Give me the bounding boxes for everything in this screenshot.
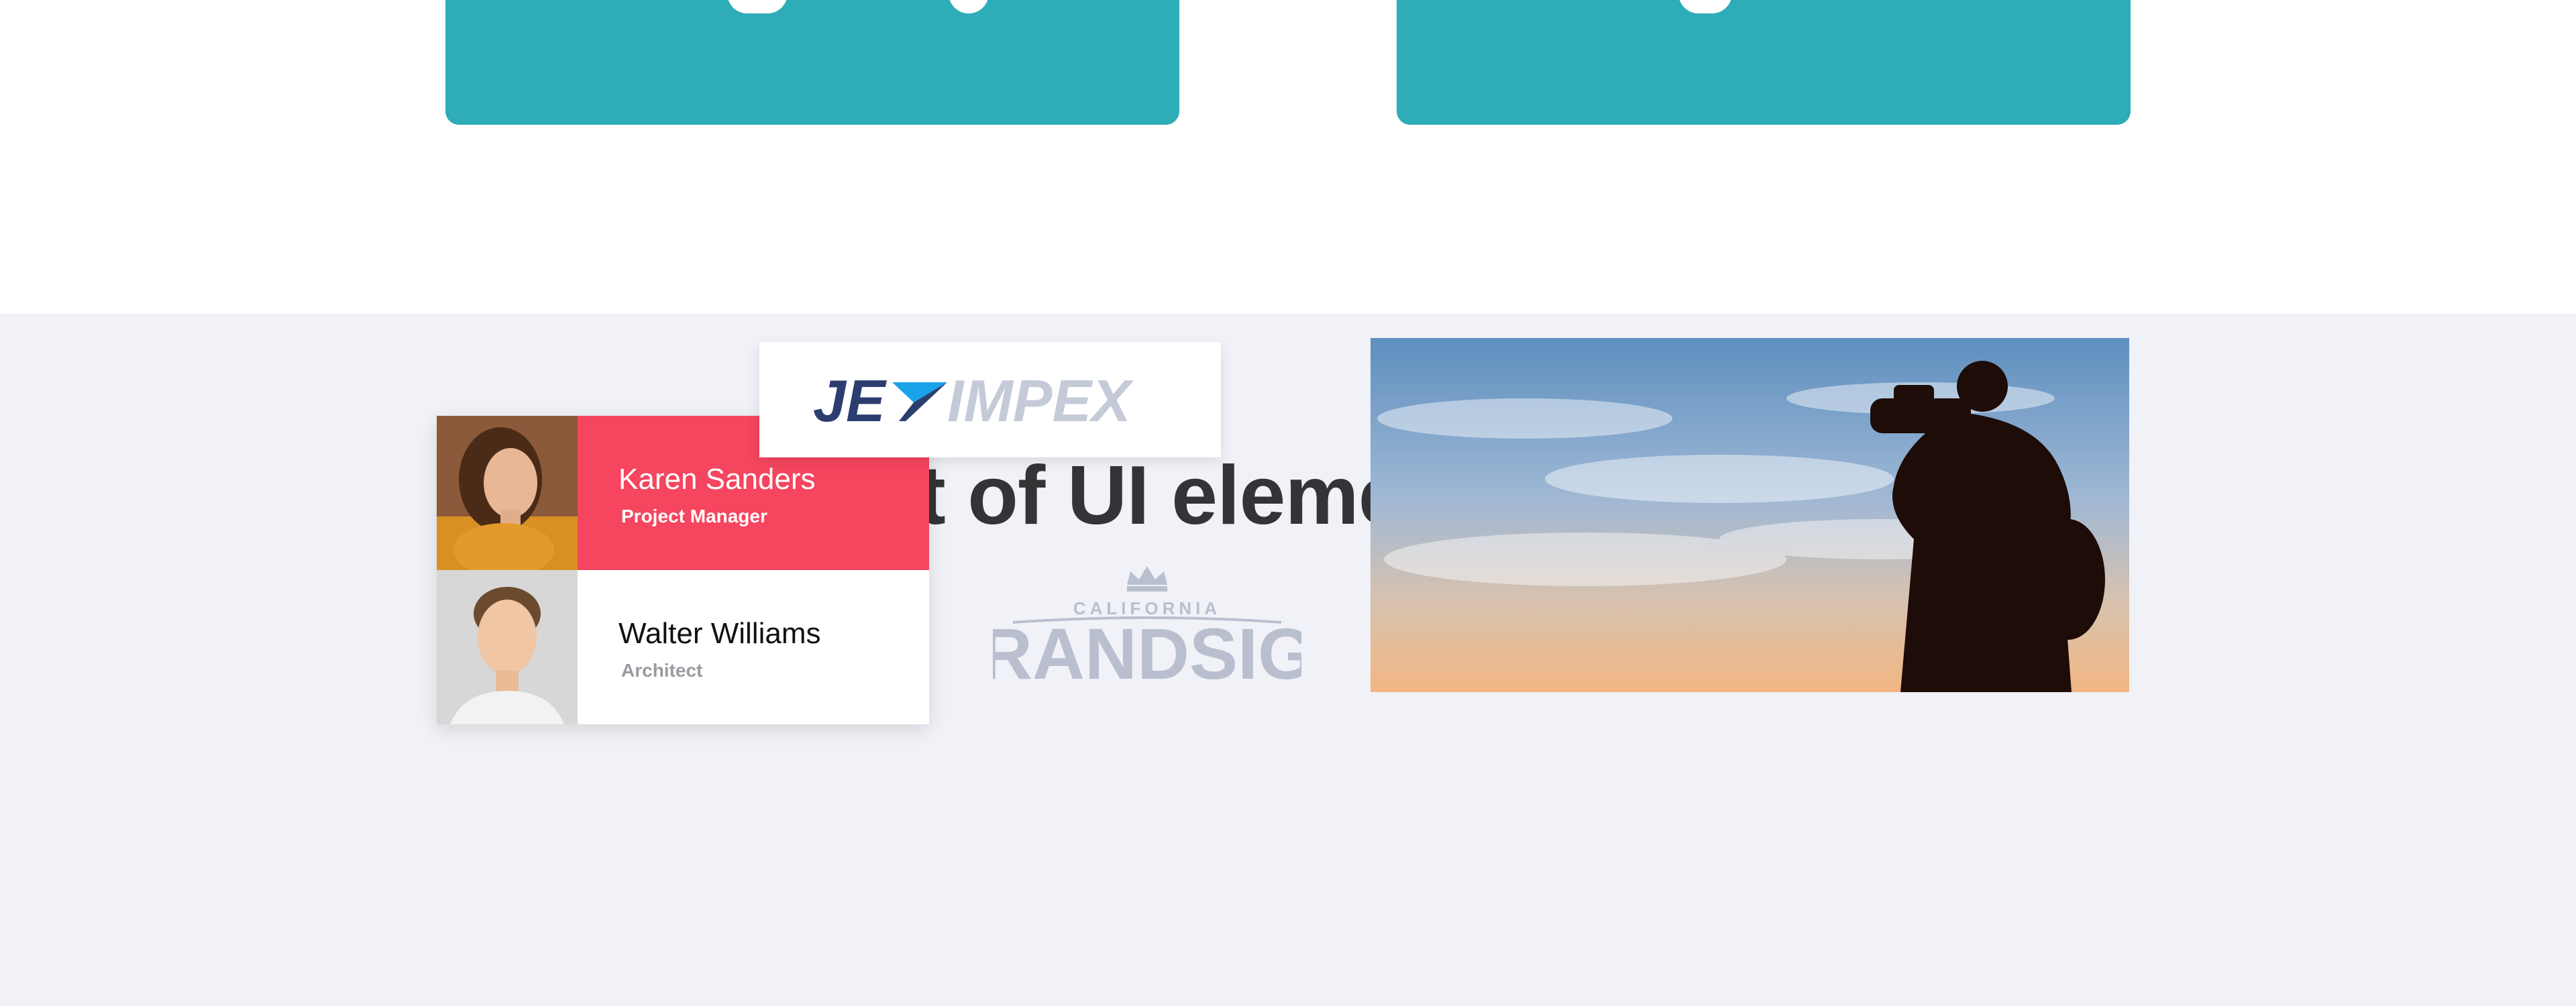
card-heading-fragment (727, 0, 788, 13)
card-heading-fragment (1678, 0, 1732, 13)
section-title: Huge set of UI elements and blocks (599, 449, 1978, 542)
brandsign-logo: CALIFORNIA BRANDSIGN (928, 538, 1366, 694)
member-role: Project Manager (621, 506, 767, 526)
logo-card-jetimpex: JE IMPEX (759, 342, 1221, 457)
card-heading-fragment (949, 0, 989, 13)
avatar (437, 416, 578, 570)
member-name: Karen Sanders (619, 463, 816, 496)
avatar (437, 570, 578, 724)
crown-icon (1127, 566, 1167, 592)
member-name: Walter Williams (619, 617, 821, 650)
plane-arrow-icon (892, 382, 947, 421)
brandsign-main-text: BRANDSIGN (993, 613, 1301, 692)
logo-text-part2: IMPEX (947, 368, 1134, 432)
logo-text-part1: JE (813, 368, 887, 432)
member-role: Architect (621, 660, 703, 681)
feature-card-right[interactable] (1397, 0, 2131, 125)
feature-card-left[interactable] (445, 0, 1179, 125)
team-card: Karen Sanders Project Manager Walter Wil… (437, 416, 929, 724)
photographer-photo (1371, 338, 2129, 692)
team-member-row[interactable]: Walter Williams Architect (437, 570, 929, 724)
jetimpex-logo: JE IMPEX (813, 368, 1134, 432)
